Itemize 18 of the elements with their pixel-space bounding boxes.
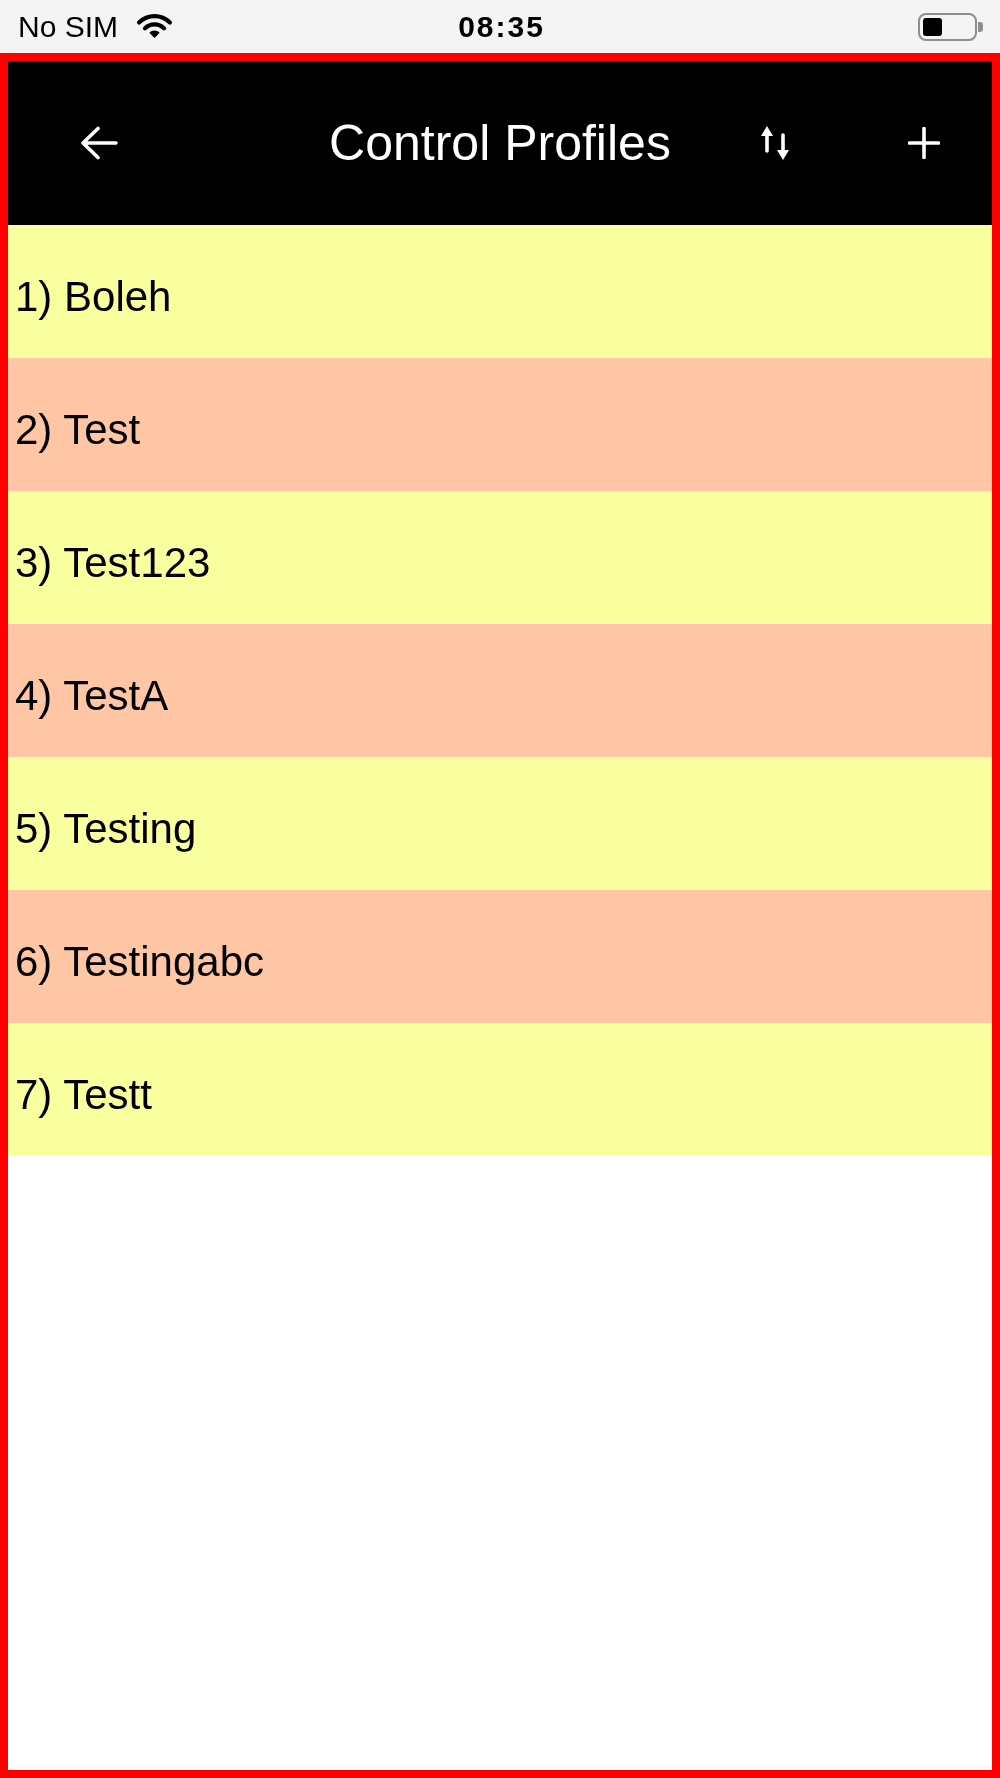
profile-item[interactable]: 7) Testt — [8, 1023, 992, 1156]
up-down-arrows-icon — [759, 125, 791, 161]
profile-item[interactable]: 6) Testingabc — [8, 890, 992, 1023]
profile-item[interactable]: 1) Boleh — [8, 225, 992, 358]
screen-title: Control Profiles — [329, 114, 671, 172]
plus-icon — [908, 127, 940, 159]
profile-item[interactable]: 4) TestA — [8, 624, 992, 757]
wifi-icon — [136, 14, 174, 39]
profile-item[interactable]: 3) Test123 — [8, 491, 992, 624]
add-button[interactable] — [908, 127, 940, 159]
arrow-left-icon — [80, 126, 118, 160]
clock-time: 08:35 — [458, 9, 545, 44]
sort-button[interactable] — [759, 125, 791, 161]
battery-icon — [918, 12, 985, 41]
carrier-name: No SIM — [18, 9, 119, 44]
back-button[interactable] — [80, 126, 118, 160]
profile-item[interactable]: 2) Test — [8, 358, 992, 491]
profile-item[interactable]: 5) Testing — [8, 757, 992, 890]
